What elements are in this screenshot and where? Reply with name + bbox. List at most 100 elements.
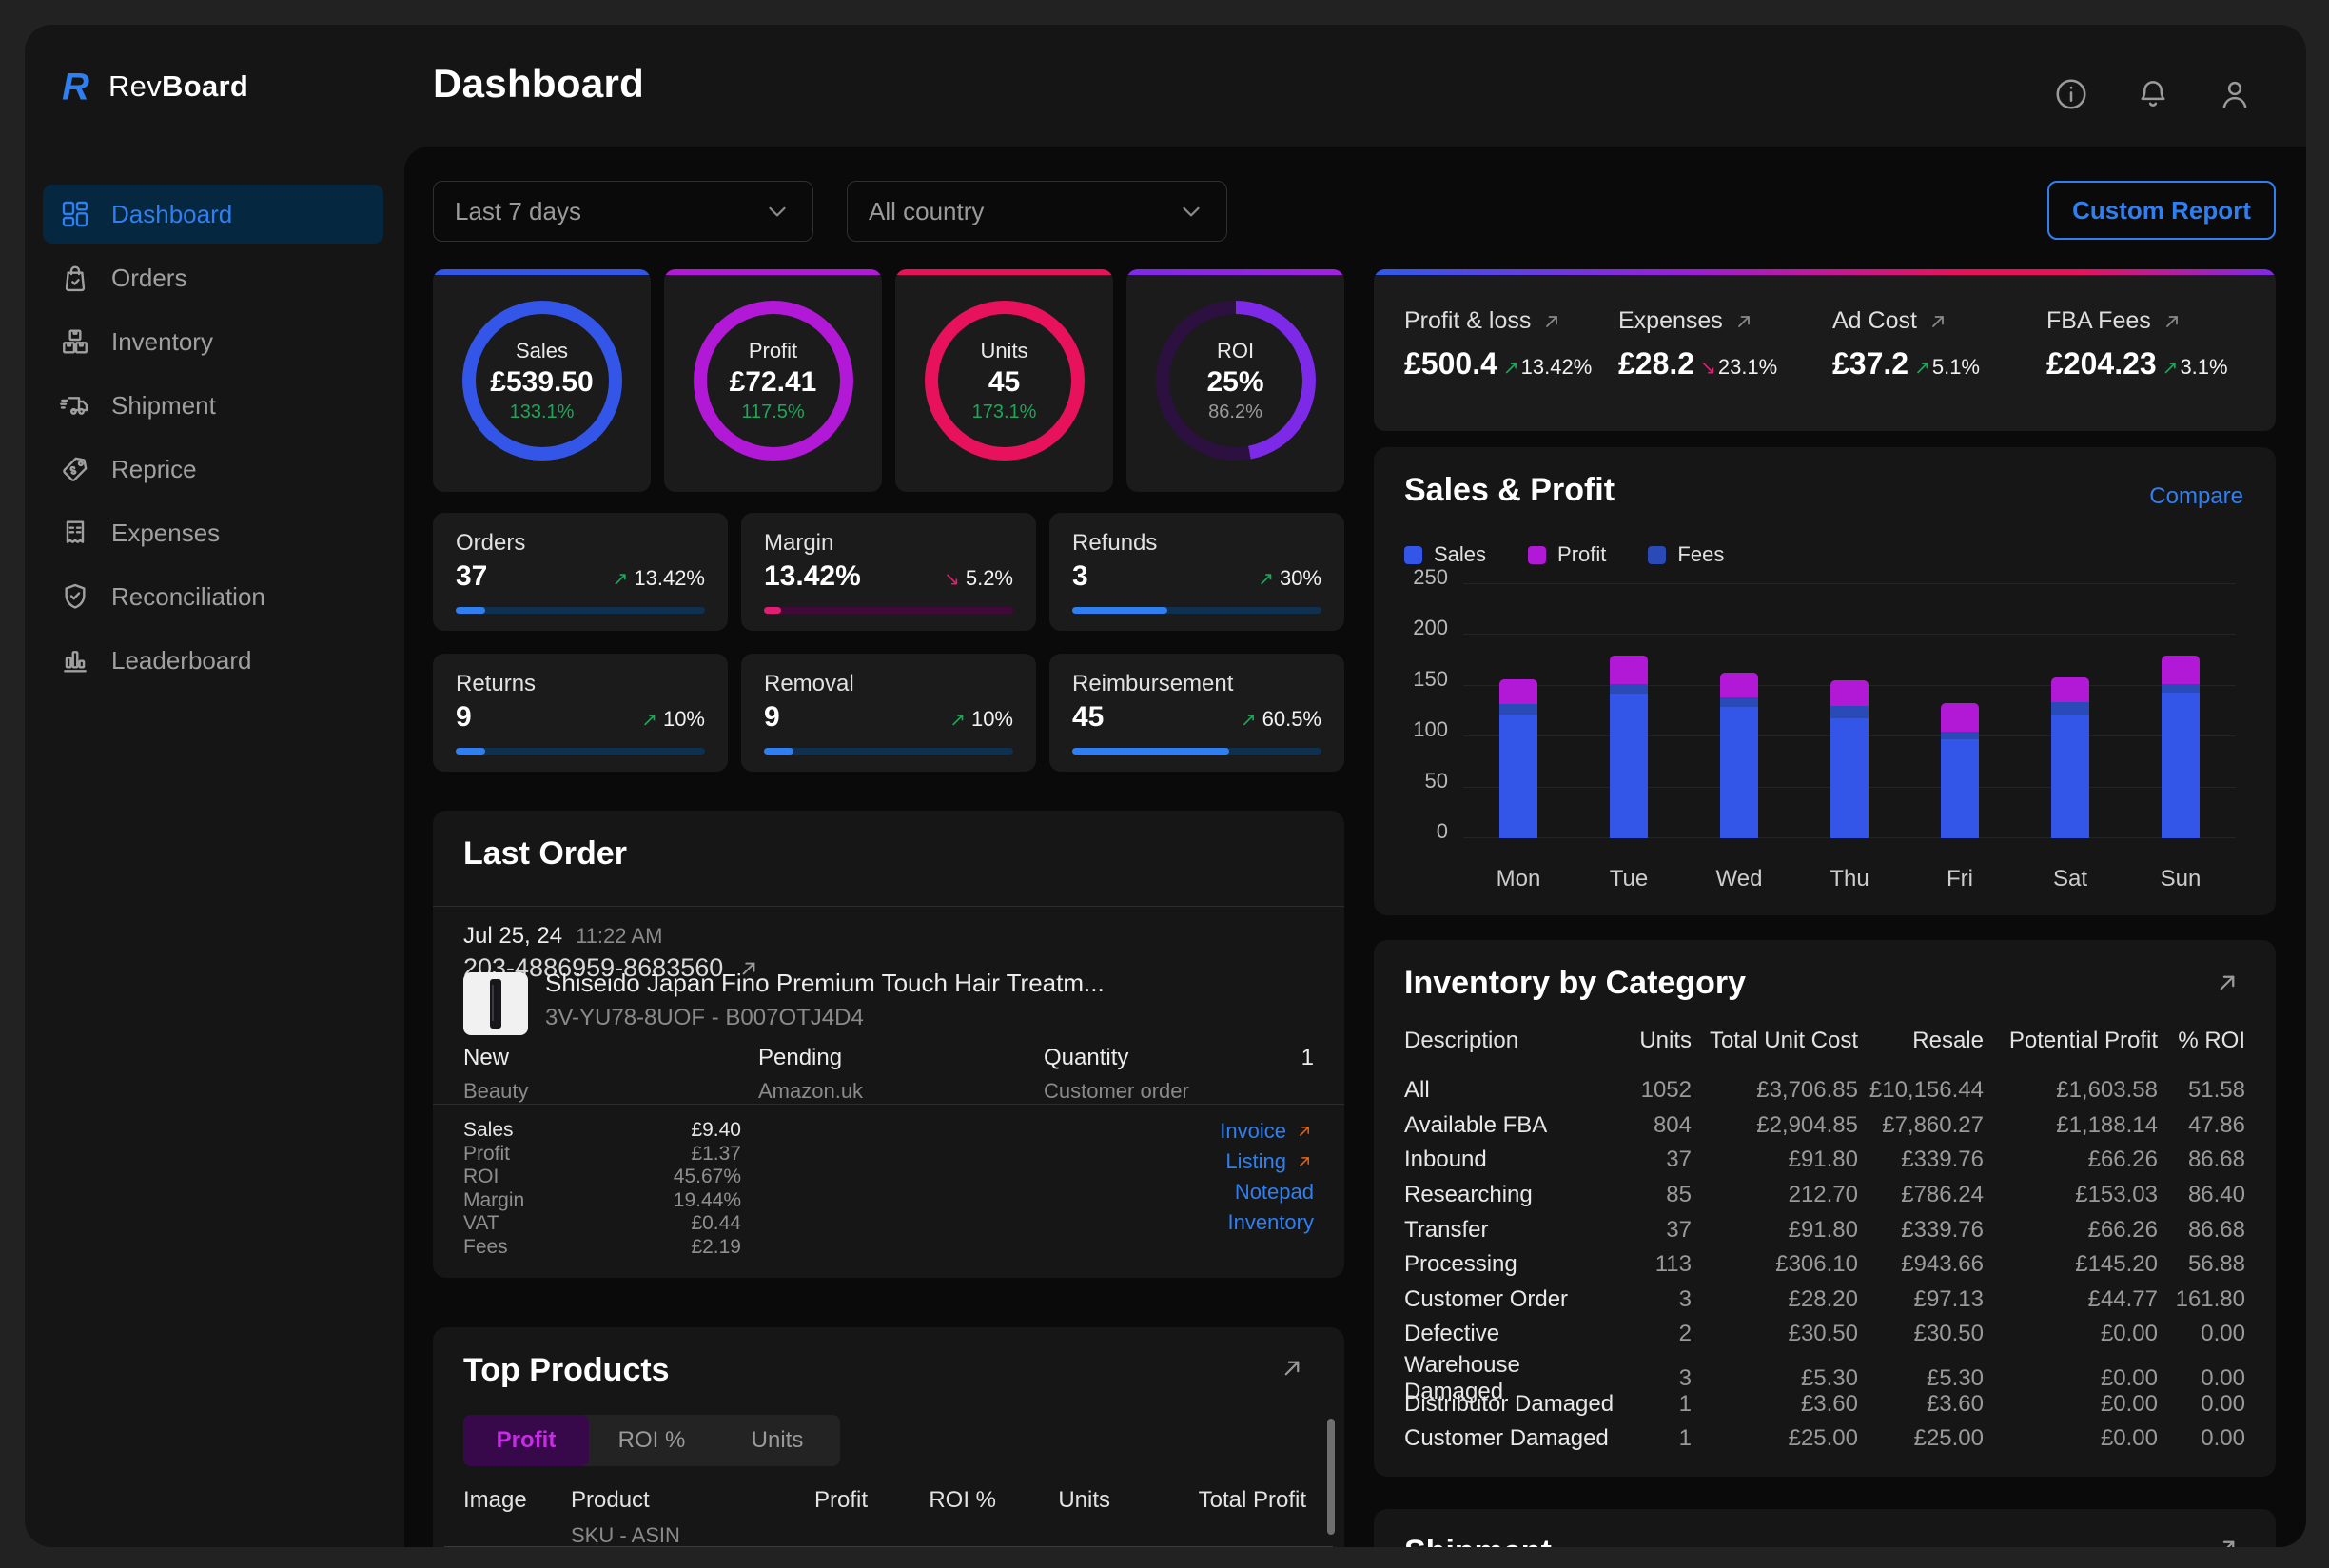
- trend-up-icon: ↗: [613, 569, 629, 590]
- sidebar: DashboardOrders Inventory ShipmentRepriceE…: [43, 185, 383, 690]
- sidebar-item-orders[interactable]: Orders: [43, 248, 383, 307]
- bar-segment-profit: [2162, 656, 2200, 684]
- gauge-value: £539.50: [490, 366, 593, 399]
- sidebar-item-dashboard[interactable]: Dashboard: [43, 185, 383, 244]
- metric-progress-track: [764, 748, 1013, 755]
- trend-up-icon: ↗: [1258, 569, 1274, 590]
- external-link-icon[interactable]: [1927, 310, 1949, 333]
- sidebar-item-leaderboard[interactable]: Leaderboard: [43, 631, 383, 690]
- external-link-icon[interactable]: [1732, 310, 1755, 333]
- bar-slot-sat: [2015, 677, 2125, 838]
- gauge-value: 25%: [1206, 366, 1263, 399]
- metric-trend: ↘5.2%: [944, 566, 1013, 591]
- metric-value-row: 3↗30%: [1072, 560, 1321, 593]
- inventory-row-all: All1052£3,706.85£10,156.44£1,603.5851.58: [1404, 1073, 2245, 1108]
- scrollbar-thumb[interactable]: [1327, 1419, 1335, 1535]
- bar-thu: [1830, 680, 1869, 838]
- bar-segment-profit: [2051, 677, 2089, 702]
- order-link-invoice[interactable]: Invoice: [1220, 1121, 1314, 1141]
- bar-segment-fees: [1941, 732, 1979, 740]
- inventory-cell: 1: [1623, 1391, 1692, 1418]
- chart-x-labels: MonTueWedThuFriSatSun: [1463, 866, 2236, 892]
- external-link-icon[interactable]: [1278, 1354, 1306, 1382]
- inventory-cell: £0.00: [1984, 1321, 2158, 1347]
- order-stat-row-profit: Profit£1.37: [463, 1143, 741, 1166]
- sidebar-item-label: Inventory: [111, 327, 213, 357]
- sidebar-item-reprice[interactable]: Reprice: [43, 440, 383, 499]
- inventory-cell: 51.58: [2158, 1077, 2245, 1104]
- divider: [433, 906, 1344, 907]
- user-icon[interactable]: [2217, 76, 2253, 112]
- metric-value-row: 37↗13.42%: [456, 560, 705, 593]
- external-link-icon[interactable]: [2213, 1534, 2241, 1547]
- bar-segment-sales: [1610, 694, 1648, 838]
- order-link-notepad[interactable]: Notepad: [1235, 1182, 1314, 1202]
- gauge-ring-units: Units45173.1%: [925, 301, 1085, 461]
- tab-units[interactable]: Units: [714, 1415, 840, 1466]
- compare-link[interactable]: Compare: [2149, 483, 2243, 510]
- sidebar-item-reconciliation[interactable]: Reconciliation: [43, 567, 383, 626]
- tab-roi-[interactable]: ROI %: [589, 1415, 714, 1466]
- gauge-percent: 173.1%: [972, 402, 1037, 423]
- date-range-select[interactable]: Last 7 days: [433, 181, 813, 242]
- trend-down-icon: ↘: [944, 569, 960, 590]
- brand-board: Board: [162, 69, 248, 103]
- pl-stat-expenses: Expenses £28.2↘23.1%: [1618, 307, 1832, 382]
- pl-stat-label: Profit & loss: [1404, 307, 1618, 335]
- gauge-label: Units: [980, 339, 1028, 363]
- trend-up-icon: ↗: [949, 710, 966, 731]
- pl-stat-label-text: Expenses: [1618, 307, 1723, 335]
- tab-profit[interactable]: Profit: [463, 1415, 589, 1466]
- trend-up-icon: ↗: [2163, 358, 2179, 379]
- bell-icon[interactable]: [2135, 76, 2171, 112]
- inventory-cell: 0.00: [2158, 1365, 2245, 1392]
- inventory-cell: 3: [1623, 1365, 1692, 1392]
- pl-stat-trend-value: 23.1%: [1718, 355, 1777, 379]
- external-link-icon[interactable]: [2213, 969, 2241, 997]
- pl-stat-value-row: £28.2↘23.1%: [1618, 346, 1832, 382]
- bar-sun: [2162, 656, 2200, 838]
- external-link-icon[interactable]: [2161, 310, 2183, 333]
- order-link-label: Invoice: [1220, 1119, 1286, 1144]
- inventory-cell: 804: [1623, 1112, 1692, 1139]
- trend-up-icon: ↗: [1241, 710, 1257, 731]
- last-order-date: Jul 25, 24 11:22 AM: [463, 923, 662, 950]
- inventory-cell: £3.60: [1692, 1391, 1858, 1418]
- legend-item-fees: Fees: [1648, 542, 1724, 567]
- metric-card-margin: Margin13.42%↘5.2%: [741, 513, 1036, 631]
- chevron-down-icon: [1177, 197, 1205, 225]
- order-stats: Sales£9.40Profit£1.37ROI45.67%Margin19.4…: [463, 1119, 741, 1259]
- sidebar-item-expenses[interactable]: Expenses: [43, 503, 383, 562]
- bar-segment-sales: [1830, 718, 1869, 838]
- bar-segment-profit: [1499, 679, 1537, 704]
- external-link-icon[interactable]: [1540, 310, 1563, 333]
- metric-card-reimbursement: Reimbursement45↗60.5%: [1049, 654, 1344, 772]
- inventory-cell: £25.00: [1692, 1425, 1858, 1452]
- pl-stat-label-text: Profit & loss: [1404, 307, 1531, 335]
- x-tick-label: Tue: [1574, 866, 1684, 892]
- country-select[interactable]: All country: [847, 181, 1227, 242]
- metric-trend: ↗10%: [641, 707, 705, 732]
- gauge-label: Sales: [516, 339, 568, 363]
- trend-up-icon: ↗: [1914, 358, 1930, 379]
- top-products-tabs: ProfitROI %Units: [463, 1415, 840, 1466]
- metric-trend-value: 13.42%: [634, 566, 705, 590]
- sidebar-item-shipment[interactable]: Shipment: [43, 376, 383, 435]
- order-attribute-sub: Beauty: [463, 1079, 758, 1104]
- custom-report-button[interactable]: Custom Report: [2047, 181, 2276, 240]
- product-sku: 3V-YU78-8UOF - B007OTJ4D4: [545, 1005, 864, 1031]
- revboard-logo-icon: R: [59, 67, 99, 107]
- inventory-cell: 85: [1623, 1182, 1692, 1208]
- sidebar-item-inventory[interactable]: Inventory: [43, 312, 383, 371]
- inventory-cell: £7,860.27: [1858, 1112, 1984, 1139]
- metric-value: 9: [456, 701, 472, 734]
- gauge-content: Sales£539.50133.1%: [476, 314, 609, 447]
- inventory-cell: 161.80: [2158, 1286, 2245, 1313]
- order-stat-value: £0.44: [691, 1212, 741, 1235]
- receipt-icon: [60, 518, 90, 548]
- info-icon[interactable]: [2053, 76, 2089, 112]
- inventory-cell: Distributor Damaged: [1404, 1391, 1623, 1418]
- order-link-inventory[interactable]: Inventory: [1228, 1212, 1315, 1232]
- pl-stat-value-row: £500.4↗13.42%: [1404, 346, 1618, 382]
- order-link-listing[interactable]: Listing: [1225, 1151, 1314, 1171]
